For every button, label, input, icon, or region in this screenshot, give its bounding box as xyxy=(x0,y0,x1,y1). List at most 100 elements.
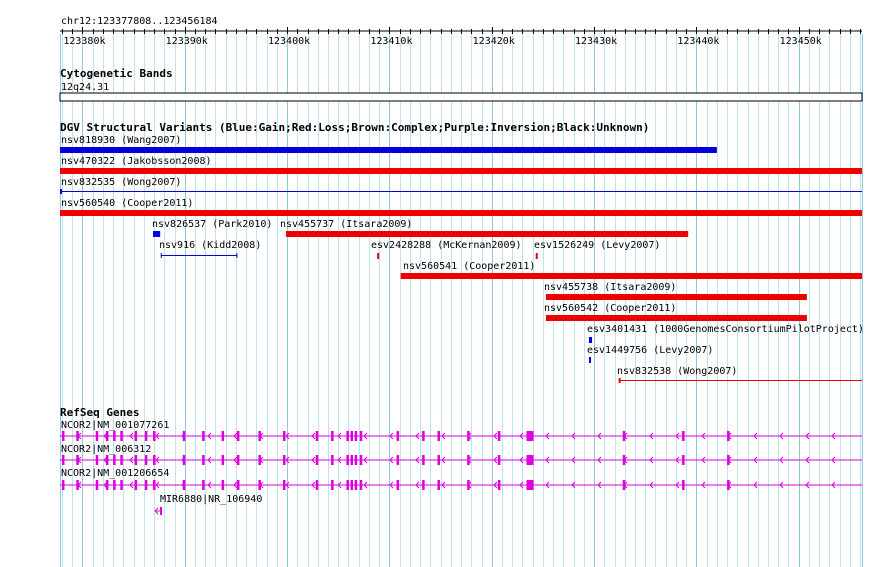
gene-exon xyxy=(354,480,358,490)
gene-exon xyxy=(359,455,363,465)
gene-label: NCOR2|NM_001206654 xyxy=(61,468,169,479)
gene-exon xyxy=(236,431,240,441)
gene-exon xyxy=(422,431,425,441)
gene-exon xyxy=(182,480,186,490)
cytoband-label: 12q24.31 xyxy=(61,82,109,93)
gene-exon xyxy=(120,431,123,441)
gene-exon xyxy=(497,431,501,441)
dgv-variant-bar[interactable] xyxy=(60,147,717,153)
gene-exon xyxy=(134,480,138,490)
dgv-variant-bar[interactable] xyxy=(588,337,593,343)
dgv-variant-label: nsv818930 (Wang2007) xyxy=(61,135,181,146)
dgv-variant-label: nsv470322 (Jakobsson2008) xyxy=(61,156,212,167)
gene-exon xyxy=(467,455,470,465)
gene-exon xyxy=(727,455,730,465)
dgv-variant-label: nsv832538 (Wong2007) xyxy=(617,366,737,377)
gene-exon xyxy=(682,431,685,441)
refseq-track-title: RefSeq Genes xyxy=(60,406,139,419)
gene-exon xyxy=(202,431,205,441)
gene-exon xyxy=(396,455,400,465)
gene-utr-block xyxy=(526,455,534,465)
gene-exon xyxy=(61,480,65,490)
gene-exon xyxy=(315,480,319,490)
gene-exon xyxy=(437,455,441,465)
gene-exon xyxy=(134,455,138,465)
gene-exon xyxy=(202,455,205,465)
gene-exon xyxy=(221,480,225,490)
gene-exon xyxy=(76,431,79,441)
dgv-variant-bar[interactable] xyxy=(545,315,807,321)
dgv-variant-label: esv1526249 (Levy2007) xyxy=(534,240,660,251)
gene-exon xyxy=(622,480,626,490)
gene-exon xyxy=(236,455,240,465)
ruler-tick-label: 123400k xyxy=(268,36,310,47)
gene-exon xyxy=(282,455,286,465)
dgv-variant-label: nsv560540 (Cooper2011) xyxy=(61,198,193,209)
gene-exon xyxy=(437,431,441,441)
gene-exon xyxy=(350,431,354,441)
gene-exon xyxy=(160,507,162,515)
genome-browser-image: chr12:123377808..123456184 123380k 123390… xyxy=(59,16,864,567)
gene-exon xyxy=(258,431,261,441)
gene-exon xyxy=(359,480,363,490)
gene-exon xyxy=(331,431,334,441)
ruler-tick-label: 123410k xyxy=(370,36,412,47)
dgv-track-title: DGV Structural Variants (Blue:Gain;Red:L… xyxy=(60,121,649,134)
dgv-variant-bar[interactable] xyxy=(60,168,862,174)
gene-exon xyxy=(422,455,425,465)
dgv-variant-label: nsv455738 (Itsara2009) xyxy=(544,282,676,293)
gene-exon xyxy=(95,480,99,490)
cytoband-track-title: Cytogenetic Bands xyxy=(60,67,173,80)
gene-exon xyxy=(331,455,334,465)
gene-utr-block xyxy=(526,480,534,490)
gene-exon xyxy=(350,455,354,465)
dgv-variant-label: esv1449756 (Levy2007) xyxy=(587,345,713,356)
gene-exon xyxy=(105,480,109,490)
gene-exon xyxy=(134,431,138,441)
gene-exon xyxy=(396,431,400,441)
dgv-variant-tick[interactable] xyxy=(535,253,538,259)
gene-utr-block xyxy=(526,431,534,441)
dgv-variant-tick[interactable] xyxy=(377,253,380,259)
gene-exon xyxy=(113,480,116,490)
gene-exon xyxy=(622,455,626,465)
dgv-variant-tick[interactable] xyxy=(588,357,591,363)
gene-exon xyxy=(258,455,261,465)
ruler-tick-label: 123380k xyxy=(63,36,105,47)
gene-exon xyxy=(120,480,123,490)
gene-exon xyxy=(346,455,349,465)
dgv-variant-bar[interactable] xyxy=(60,210,862,216)
gene-exon xyxy=(727,480,730,490)
dgv-variant-bar[interactable] xyxy=(400,273,862,279)
gene-exon xyxy=(331,480,334,490)
dgv-variant-label: nsv455737 (Itsara2009) xyxy=(280,219,412,230)
cytoband-12q24-31[interactable] xyxy=(59,92,863,102)
gene-exon xyxy=(622,431,626,441)
gene-exon xyxy=(105,431,109,441)
ruler-tick-label: 123390k xyxy=(166,36,208,47)
dgv-variant-bar[interactable] xyxy=(545,294,807,300)
dgv-variant-start xyxy=(618,378,621,383)
dgv-variant-label: nsv560541 (Cooper2011) xyxy=(403,261,535,272)
dgv-variant-label: esv3401431 (1000GenomesConsortiumPilotPr… xyxy=(587,324,864,335)
dgv-variant-bar[interactable] xyxy=(153,231,161,237)
gene-exon xyxy=(727,431,730,441)
gene-exon xyxy=(144,455,148,465)
gene-exon xyxy=(682,480,685,490)
gene-exon xyxy=(113,431,116,441)
gene-exon xyxy=(354,431,358,441)
ruler-tick-label: 123420k xyxy=(473,36,515,47)
ruler-tick-label: 123430k xyxy=(575,36,617,47)
grid-lines xyxy=(60,34,863,567)
gene-label: NCOR2|NM_001077261 xyxy=(61,420,169,431)
gene-exon xyxy=(497,480,501,490)
gene-exon xyxy=(350,480,354,490)
ruler-tick-label: 123440k xyxy=(677,36,719,47)
gene-exon xyxy=(76,455,79,465)
gene-exon xyxy=(467,480,470,490)
gene-exon xyxy=(105,455,109,465)
gene-exon xyxy=(221,431,225,441)
gene-exon xyxy=(282,480,286,490)
gene-exon xyxy=(61,431,65,441)
dgv-variant-bar[interactable] xyxy=(286,231,689,237)
